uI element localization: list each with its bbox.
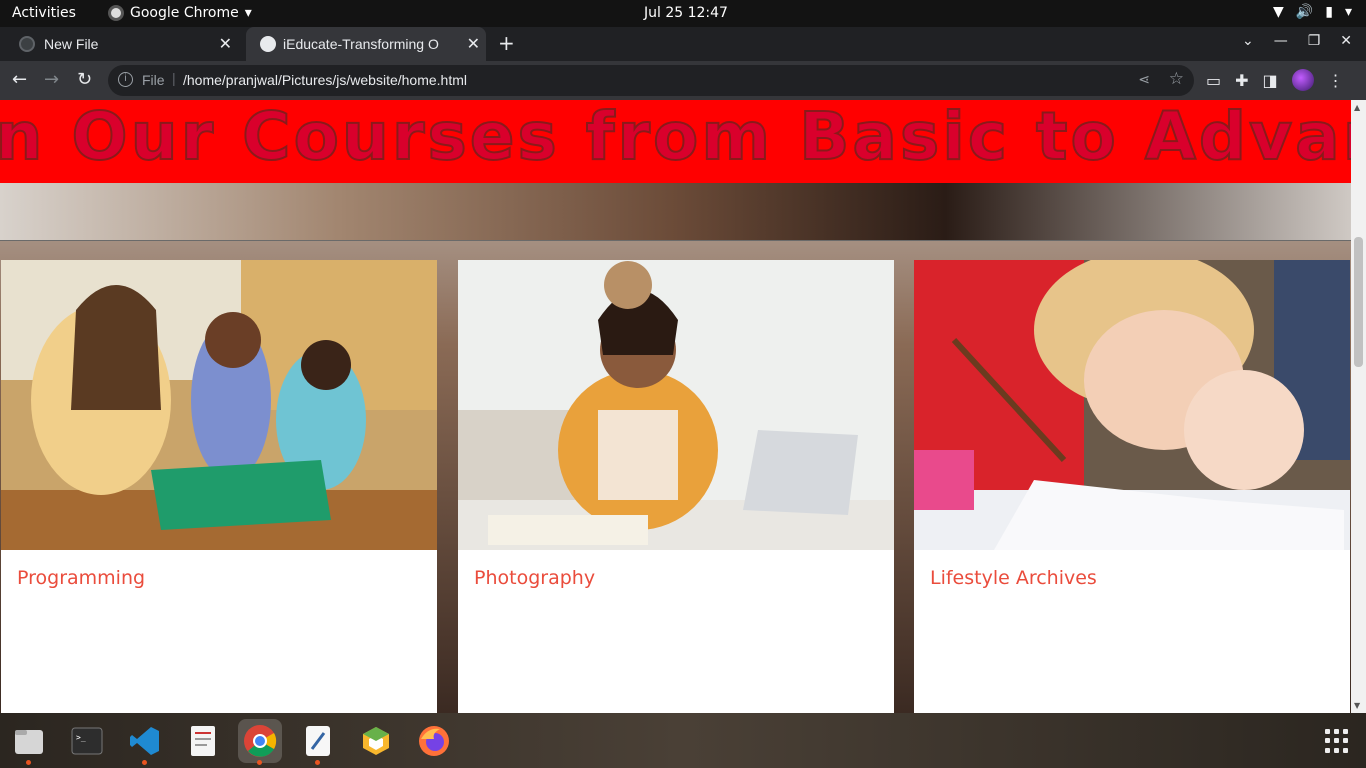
app-cube-icon (363, 727, 389, 755)
puzzle-icon[interactable]: ✚ (1235, 71, 1248, 90)
system-top-bar: Activities Google Chrome ▾ Jul 25 12:47 … (0, 0, 1366, 27)
tab-ieducate[interactable]: iEducate-Transforming O ✕ (246, 27, 486, 61)
extensions-area: ▭ ✚ ◨ ⋮ (1206, 69, 1344, 91)
app-menu[interactable]: Google Chrome ▾ (108, 5, 252, 21)
close-icon[interactable]: ✕ (219, 34, 232, 54)
close-icon[interactable]: ✕ (467, 34, 480, 54)
divider (0, 240, 1351, 241)
marquee-text: rn Our Courses from Basic to Advanc (0, 100, 1351, 176)
tab-strip: New File ✕ iEducate-Transforming O ✕ + ⌄… (0, 27, 1366, 61)
running-indicator (315, 760, 320, 765)
close-window-button[interactable]: ✕ (1340, 33, 1352, 49)
side-panel-icon[interactable]: ◨ (1263, 71, 1278, 90)
bookmark-star-icon[interactable]: ☆ (1169, 69, 1184, 89)
volume-icon: 🔊 (1295, 4, 1314, 20)
app-cube-dock-item[interactable] (354, 719, 398, 763)
tab-label: iEducate-Transforming O (283, 36, 439, 52)
running-indicator (257, 760, 262, 765)
course-card-lifestyle-archives[interactable]: Lifestyle Archives (914, 260, 1350, 713)
share-icon[interactable]: ⋖ (1138, 71, 1150, 88)
scrollbar-thumb[interactable] (1354, 237, 1363, 367)
wifi-icon: ▼ (1273, 4, 1284, 20)
svg-text:>_: >_ (76, 733, 86, 742)
terminal-icon: >_ (71, 727, 103, 755)
chrome-icon (244, 725, 277, 757)
globe-icon (260, 36, 276, 52)
browser-toolbar: ← → ↻ i File | /home/pranjwal/Pictures/j… (0, 61, 1366, 100)
chevron-down-icon: ▾ (1344, 4, 1352, 20)
text-editor-icon (191, 726, 215, 756)
vscode-dock-item[interactable] (123, 719, 167, 765)
running-indicator (142, 760, 147, 765)
scheme-label: File (142, 72, 165, 88)
gedit-dock-item[interactable] (296, 719, 340, 765)
files-dock-item[interactable] (7, 719, 51, 765)
forward-button[interactable]: → (44, 69, 59, 90)
marquee-banner: rn Our Courses from Basic to Advanc (0, 100, 1351, 183)
restore-button[interactable]: ❐ (1308, 33, 1321, 49)
running-indicator (26, 760, 31, 765)
github-icon (19, 36, 35, 52)
woman-with-laptop-image (458, 260, 894, 550)
info-icon[interactable]: i (118, 72, 133, 87)
address-bar[interactable]: i File | /home/pranjwal/Pictures/js/webs… (108, 65, 1194, 96)
app-menu-label: Google Chrome (130, 5, 239, 21)
chevron-down-icon: ▾ (244, 5, 252, 21)
show-applications-grid-icon[interactable] (1325, 729, 1349, 753)
firefox-icon (419, 726, 449, 756)
course-card-photography[interactable]: Photography (458, 260, 894, 713)
reload-button[interactable]: ↻ (77, 69, 92, 90)
gedit-icon (306, 726, 330, 756)
tab-new-file[interactable]: New File ✕ (0, 27, 238, 61)
students-studying-image (1, 260, 437, 550)
page-scrollbar[interactable]: ▲ ▼ (1351, 100, 1366, 713)
window-controls: ⌄ — ❐ ✕ (1242, 33, 1352, 49)
course-card-programming[interactable]: Programming (1, 260, 437, 713)
tab-groups-icon[interactable]: ▭ (1206, 71, 1221, 90)
battery-icon: ▮ (1325, 4, 1333, 20)
hero-background (0, 183, 1351, 241)
tab-label: New File (44, 36, 99, 52)
url-text[interactable]: /home/pranjwal/Pictures/js/website/home.… (183, 72, 467, 88)
chrome-app-icon (108, 5, 124, 21)
children-drawing-image (914, 260, 1350, 550)
kebab-menu-icon[interactable]: ⋮ (1328, 71, 1344, 90)
activities-button[interactable]: Activities (12, 5, 76, 21)
vscode-icon (130, 727, 159, 755)
terminal-dock-item[interactable]: >_ (65, 719, 109, 763)
scroll-up-arrow-icon[interactable]: ▲ (1354, 103, 1360, 112)
divider: | (172, 70, 176, 86)
files-icon (15, 730, 43, 754)
firefox-dock-item[interactable] (412, 719, 456, 763)
page-viewport: rn Our Courses from Basic to Advanc Prog… (0, 100, 1351, 713)
clock[interactable]: Jul 25 12:47 (644, 5, 728, 21)
back-button[interactable]: ← (12, 69, 27, 90)
system-tray[interactable]: ▼ 🔊 ▮ ▾ (1273, 4, 1352, 20)
card-title[interactable]: Photography (474, 567, 595, 589)
scroll-down-arrow-icon[interactable]: ▼ (1354, 701, 1360, 710)
taskbar-dock: >_ (0, 713, 1366, 768)
tab-search-icon[interactable]: ⌄ (1242, 33, 1254, 49)
profile-avatar[interactable] (1291, 69, 1314, 91)
new-tab-button[interactable]: + (498, 31, 515, 55)
card-title[interactable]: Programming (17, 567, 145, 589)
document-viewer-dock-item[interactable] (181, 719, 225, 763)
minimize-button[interactable]: — (1274, 33, 1288, 49)
chrome-dock-item[interactable] (238, 719, 282, 765)
card-title[interactable]: Lifestyle Archives (930, 567, 1097, 589)
